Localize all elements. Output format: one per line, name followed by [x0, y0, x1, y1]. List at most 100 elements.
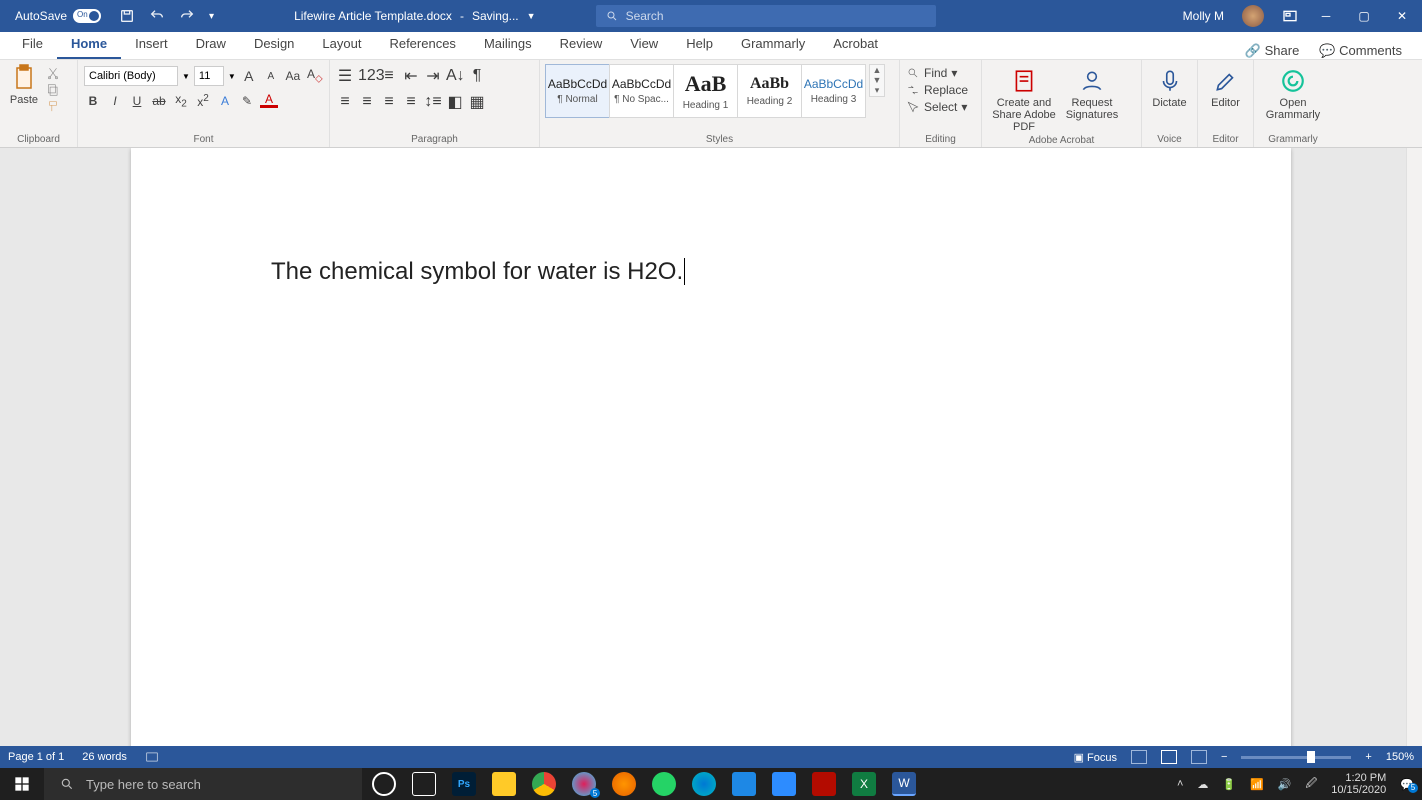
font-color-icon[interactable]: A: [260, 94, 278, 108]
excel-icon[interactable]: X: [852, 772, 876, 796]
justify-icon[interactable]: ≡: [402, 93, 420, 111]
read-mode-icon[interactable]: [1131, 750, 1147, 764]
align-right-icon[interactable]: ≡: [380, 93, 398, 111]
whatsapp-icon[interactable]: [652, 772, 676, 796]
tab-design[interactable]: Design: [240, 30, 308, 59]
zoom-level[interactable]: 150%: [1386, 751, 1414, 763]
open-grammarly-button[interactable]: Open Grammarly: [1260, 64, 1326, 121]
subscript-button[interactable]: x2: [172, 92, 190, 109]
task-view-icon[interactable]: [412, 772, 436, 796]
vertical-scrollbar[interactable]: [1406, 148, 1422, 746]
save-icon[interactable]: [119, 8, 135, 24]
file-explorer-icon[interactable]: [492, 772, 516, 796]
styles-up-icon[interactable]: ▲: [870, 65, 884, 75]
firefox-icon[interactable]: [612, 772, 636, 796]
avatar[interactable]: [1242, 5, 1264, 27]
acrobat-icon[interactable]: [812, 772, 836, 796]
status-words[interactable]: 26 words: [82, 751, 127, 763]
sort-icon[interactable]: A↓: [446, 67, 464, 85]
shrink-font-icon[interactable]: A: [262, 71, 280, 82]
tab-home[interactable]: Home: [57, 30, 121, 59]
shading-icon[interactable]: ◧: [446, 92, 464, 112]
font-size-chevron-icon[interactable]: ▼: [228, 72, 236, 81]
tab-mailings[interactable]: Mailings: [470, 30, 546, 59]
title-dropdown-icon[interactable]: ▼: [527, 11, 536, 21]
cut-icon[interactable]: [46, 66, 60, 80]
style---normal[interactable]: AaBbCcDd¶ Normal: [545, 64, 610, 118]
onedrive-icon[interactable]: ☁: [1197, 778, 1208, 791]
grow-font-icon[interactable]: A: [240, 68, 258, 84]
tab-file[interactable]: File: [8, 30, 57, 59]
request-signatures-button[interactable]: Request Signatures: [1064, 64, 1120, 121]
photoshop-icon[interactable]: Ps: [452, 772, 476, 796]
font-size-input[interactable]: [194, 66, 224, 86]
tab-insert[interactable]: Insert: [121, 30, 182, 59]
format-painter-icon[interactable]: [46, 100, 60, 114]
decrease-indent-icon[interactable]: ⇤: [402, 66, 420, 86]
ime-icon[interactable]: 🖉: [1306, 775, 1318, 794]
numbering-icon[interactable]: 123: [358, 67, 376, 85]
tab-view[interactable]: View: [616, 30, 672, 59]
tray-chevron-icon[interactable]: ˄: [1177, 778, 1183, 790]
dictate-button[interactable]: Dictate: [1148, 64, 1191, 109]
share-button[interactable]: 🔗 Share: [1245, 43, 1300, 59]
font-name-input[interactable]: [84, 66, 178, 86]
snipping-icon[interactable]: [732, 772, 756, 796]
user-name[interactable]: Molly M: [1183, 9, 1224, 23]
taskbar-search[interactable]: Type here to search: [44, 768, 362, 800]
cortana-icon[interactable]: [372, 772, 396, 796]
zoom-out-button[interactable]: −: [1221, 751, 1227, 763]
zoom-icon[interactable]: [772, 772, 796, 796]
styles-more-icon[interactable]: ▾: [870, 85, 884, 96]
create-share-pdf-button[interactable]: Create and Share Adobe PDF: [988, 64, 1060, 133]
autosave-toggle[interactable]: On: [73, 9, 101, 23]
qat-customize-icon[interactable]: ▾: [209, 11, 214, 22]
borders-icon[interactable]: ▦: [468, 92, 486, 112]
style-heading-1[interactable]: AaBHeading 1: [673, 64, 738, 118]
wifi-icon[interactable]: 📶: [1250, 778, 1264, 791]
word-icon[interactable]: W: [892, 772, 916, 796]
print-layout-icon[interactable]: [1161, 750, 1177, 764]
tab-layout[interactable]: Layout: [308, 30, 375, 59]
style-heading-3[interactable]: AaBbCcDdHeading 3: [801, 64, 866, 118]
redo-icon[interactable]: [179, 8, 195, 24]
show-marks-icon[interactable]: ¶: [468, 67, 486, 85]
multilevel-icon[interactable]: ≡: [380, 67, 398, 85]
status-page[interactable]: Page 1 of 1: [8, 751, 64, 763]
volume-icon[interactable]: 🔊: [1278, 778, 1292, 791]
copy-icon[interactable]: [46, 83, 60, 97]
start-button[interactable]: [0, 776, 44, 792]
style---no-spac---[interactable]: AaBbCcDd¶ No Spac...: [609, 64, 674, 118]
battery-icon[interactable]: 🔋: [1222, 778, 1236, 791]
paste-button[interactable]: Paste: [6, 64, 42, 106]
clock[interactable]: 1:20 PM 10/15/2020: [1331, 772, 1386, 796]
change-case-icon[interactable]: Aa: [284, 69, 302, 83]
comments-button[interactable]: 💬 Comments: [1319, 43, 1402, 59]
bold-button[interactable]: B: [84, 94, 102, 108]
maximize-button[interactable]: ▢: [1354, 9, 1374, 23]
find-button[interactable]: Find ▾: [906, 66, 968, 80]
document-text[interactable]: The chemical symbol for water is H2O.: [271, 258, 1151, 286]
italic-button[interactable]: I: [106, 94, 124, 108]
increase-indent-icon[interactable]: ⇥: [424, 66, 442, 86]
zoom-in-button[interactable]: +: [1365, 751, 1371, 763]
focus-mode-button[interactable]: ▣ Focus: [1074, 751, 1117, 764]
search-box[interactable]: Search: [596, 5, 936, 27]
clear-formatting-icon[interactable]: A◇: [306, 67, 324, 84]
web-layout-icon[interactable]: [1191, 750, 1207, 764]
select-button[interactable]: Select ▾: [906, 100, 968, 114]
tab-references[interactable]: References: [375, 30, 469, 59]
tab-grammarly[interactable]: Grammarly: [727, 30, 819, 59]
editor-button[interactable]: Editor: [1204, 64, 1247, 109]
document-page[interactable]: The chemical symbol for water is H2O.: [131, 148, 1291, 746]
undo-icon[interactable]: [149, 8, 165, 24]
spellcheck-icon[interactable]: [145, 750, 159, 764]
close-button[interactable]: ✕: [1392, 9, 1412, 23]
superscript-button[interactable]: x2: [194, 93, 212, 109]
tab-acrobat[interactable]: Acrobat: [819, 30, 892, 59]
bullets-icon[interactable]: ☰: [336, 66, 354, 86]
highlight-icon[interactable]: ✎: [238, 94, 256, 108]
slack-icon[interactable]: [572, 772, 596, 796]
style-heading-2[interactable]: AaBbHeading 2: [737, 64, 802, 118]
align-left-icon[interactable]: ≡: [336, 93, 354, 111]
